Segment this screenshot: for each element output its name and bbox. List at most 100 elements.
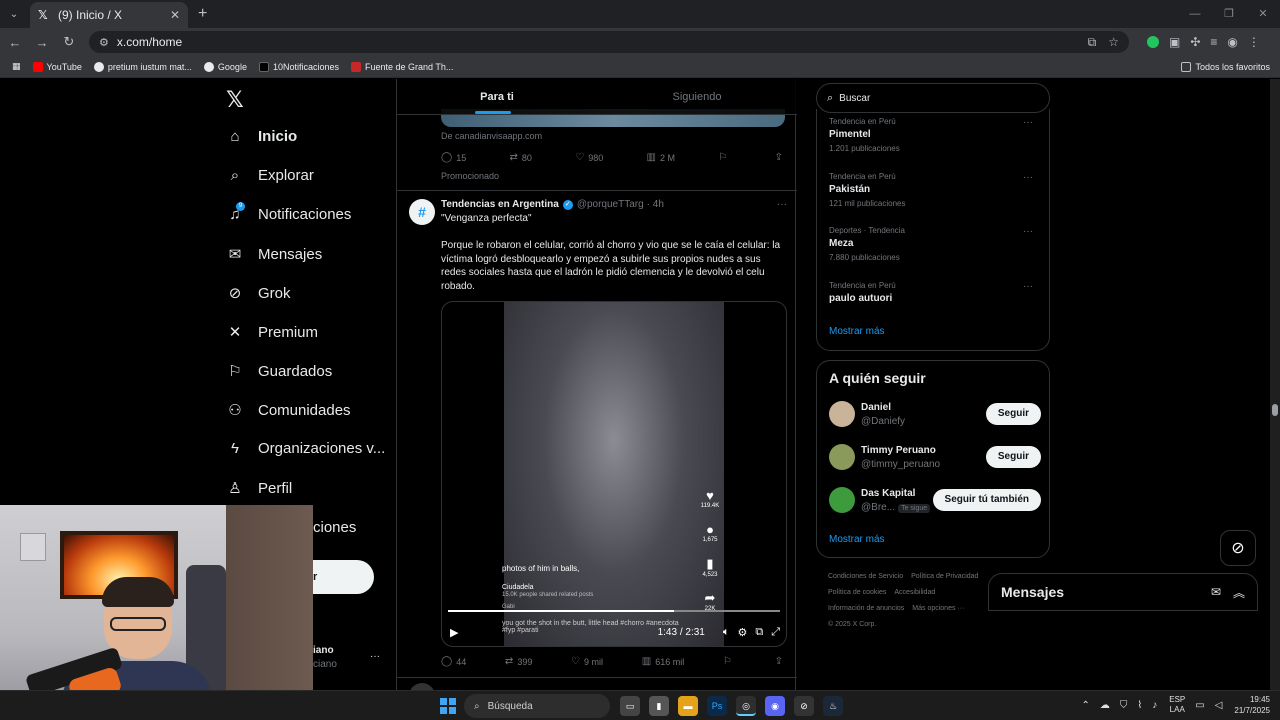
- follow-suggestion[interactable]: Daniel @Daniefy Seguir: [829, 401, 1041, 429]
- nav-profile[interactable]: ♙ Perfil: [226, 479, 292, 498]
- media-control-icon[interactable]: ≡: [1210, 35, 1217, 49]
- more-options-icon[interactable]: ···: [1023, 226, 1033, 237]
- close-tab-icon[interactable]: ✕: [170, 8, 180, 22]
- share-button[interactable]: ⇪: [775, 656, 787, 667]
- repost-button[interactable]: ⇄ 80: [510, 152, 532, 163]
- next-post-avatar[interactable]: [409, 683, 435, 690]
- nav-premium[interactable]: ✕ Premium: [226, 323, 318, 342]
- nav-communities[interactable]: ⚇ Comunidades: [226, 401, 350, 420]
- app-icon[interactable]: ⊘: [794, 696, 814, 716]
- trends-show-more[interactable]: Mostrar más: [829, 326, 885, 337]
- post-video[interactable]: photos of him in balls, Ciudadela 15.0K …: [441, 301, 787, 647]
- footer-link[interactable]: Condiciones de Servicio: [828, 573, 903, 580]
- follow-back-button[interactable]: Seguir tú también: [932, 489, 1041, 511]
- footer-link[interactable]: Política de Privacidad: [911, 573, 978, 580]
- minimize-icon[interactable]: —: [1178, 0, 1212, 28]
- photoshop-icon[interactable]: Ps: [707, 696, 727, 716]
- extension-icon[interactable]: ▣: [1169, 35, 1180, 49]
- bookmark-button[interactable]: ⚐: [723, 656, 736, 667]
- profile-avatar-icon[interactable]: ◉: [1227, 35, 1237, 49]
- x-logo-icon[interactable]: 𝕏: [226, 87, 244, 113]
- back-icon[interactable]: ←: [3, 35, 27, 50]
- close-window-icon[interactable]: ✕: [1246, 0, 1280, 28]
- nav-messages[interactable]: ✉ Mensajes: [226, 245, 323, 264]
- install-app-icon[interactable]: ⧉: [1088, 35, 1097, 50]
- views-button[interactable]: ▥ 2 M: [647, 152, 675, 163]
- post-time[interactable]: · 4h: [647, 199, 664, 210]
- bookmark-star-icon[interactable]: ☆: [1108, 35, 1119, 49]
- follow-button[interactable]: Seguir: [985, 446, 1041, 468]
- bookmark-notificaciones[interactable]: 10Notificaciones: [258, 61, 339, 72]
- reply-button[interactable]: ◯ 15: [441, 152, 466, 163]
- share-button[interactable]: ⇪: [775, 152, 787, 163]
- tab-for-you[interactable]: Para ti: [397, 79, 597, 114]
- browser-tab[interactable]: 𝕏 (9) Inicio / X ✕: [30, 2, 188, 28]
- post-avatar[interactable]: #: [409, 199, 435, 225]
- footer-link[interactable]: Accesibilidad: [894, 589, 935, 596]
- address-bar[interactable]: ⚙ x.com/home ⧉ ☆: [89, 31, 1129, 53]
- trend-item[interactable]: Tendencia en Perú paulo autuori ···: [829, 281, 1039, 304]
- nav-grok[interactable]: ⊘ Grok: [226, 284, 291, 303]
- fullscreen-icon[interactable]: ⤢: [771, 626, 780, 639]
- avatar[interactable]: [829, 444, 855, 470]
- nav-more-partial[interactable]: ciones: [313, 519, 356, 536]
- post-button-partial[interactable]: r: [313, 560, 374, 594]
- bookmark-youtube[interactable]: YouTube: [32, 61, 82, 72]
- apps-grid-icon[interactable]: ▦: [12, 61, 21, 72]
- all-bookmarks[interactable]: Todos los favoritos: [1181, 61, 1270, 72]
- follow-button[interactable]: Seguir: [985, 403, 1041, 425]
- tab-search-icon[interactable]: ⌄: [0, 0, 28, 28]
- cloud-icon[interactable]: ☁: [1100, 700, 1110, 711]
- more-options-icon[interactable]: ···: [1023, 117, 1033, 128]
- chevron-up-icon[interactable]: ⌃: [1081, 700, 1089, 711]
- task-view-icon[interactable]: ▭: [620, 696, 640, 716]
- new-tab-icon[interactable]: +: [198, 5, 207, 23]
- microphone-icon[interactable]: ♪: [1152, 700, 1157, 711]
- play-icon[interactable]: ▶: [450, 626, 458, 639]
- footer-link[interactable]: Política de cookies: [828, 589, 886, 596]
- volume-icon[interactable]: 🔈︎: [723, 626, 730, 639]
- post-author-name[interactable]: Tendencias en Argentina: [441, 199, 559, 210]
- taskbar-search[interactable]: ⌕ Búsqueda: [464, 694, 610, 718]
- settings-gear-icon[interactable]: ⚙: [737, 626, 747, 639]
- nav-bookmarks[interactable]: ⚐ Guardados: [226, 362, 332, 381]
- bookmark-google[interactable]: Google: [203, 61, 247, 72]
- trend-item[interactable]: Tendencia en Perú Pakistán 121 mil publi…: [829, 172, 1039, 208]
- footer-link[interactable]: Más opciones ···: [912, 605, 964, 612]
- avatar[interactable]: [829, 401, 855, 427]
- nav-home[interactable]: ⌂ Inicio: [226, 128, 297, 145]
- more-options-icon[interactable]: ···: [777, 199, 787, 210]
- avatar[interactable]: [829, 487, 855, 513]
- file-explorer-icon[interactable]: ▬: [678, 696, 698, 716]
- discord-icon[interactable]: ◉: [765, 696, 785, 716]
- reply-button[interactable]: ◯ 44: [441, 656, 466, 667]
- volume-icon[interactable]: ◁: [1215, 700, 1223, 711]
- follow-suggestion[interactable]: Das Kapital @Bre... Te sigue Seguir tú ta…: [829, 487, 1041, 515]
- windows-start-icon[interactable]: [440, 698, 456, 714]
- pip-icon[interactable]: ⧉: [755, 626, 763, 639]
- language-indicator[interactable]: ESP LAA: [1169, 695, 1185, 715]
- site-info-icon[interactable]: ⚙: [99, 36, 109, 49]
- trend-item[interactable]: Deportes · Tendencia Meza 7.880 publicac…: [829, 226, 1039, 262]
- like-button[interactable]: ♡ 9 mil: [571, 656, 603, 667]
- forward-icon[interactable]: →: [30, 35, 54, 50]
- like-button[interactable]: ♡ 980: [575, 152, 603, 163]
- expand-chevron-icon[interactable]: ︽: [1233, 584, 1245, 601]
- trend-item[interactable]: Tendencia en Perú Pimentel 1.201 publica…: [829, 117, 1039, 153]
- nav-notifications[interactable]: ♫ 9 Notificaciones: [226, 202, 351, 223]
- messages-drawer[interactable]: Mensajes ✉ ︽: [988, 573, 1258, 611]
- nav-organizations[interactable]: ϟ Organizaciones v...: [226, 440, 385, 457]
- account-menu-icon[interactable]: ···: [370, 651, 380, 662]
- steam-icon[interactable]: ♨: [823, 696, 843, 716]
- restore-icon[interactable]: ❐: [1212, 0, 1246, 28]
- menu-kebab-icon[interactable]: ⋮: [1248, 35, 1260, 49]
- taskbar-clock[interactable]: 19:45 21/7/2025: [1234, 694, 1270, 716]
- scrollbar-thumb[interactable]: [1272, 404, 1278, 416]
- bookmark-grand-theft[interactable]: Fuente de Grand Th...: [351, 61, 453, 72]
- footer-link[interactable]: Información de anuncios: [828, 605, 904, 612]
- views-button[interactable]: ▥ 616 mil: [642, 656, 684, 667]
- post-author-handle[interactable]: @porqueTTarg: [577, 199, 644, 210]
- search-box[interactable]: ⌕ Buscar: [816, 83, 1050, 113]
- extension-green-icon[interactable]: [1147, 36, 1159, 48]
- repost-button[interactable]: ⇄ 399: [505, 656, 532, 667]
